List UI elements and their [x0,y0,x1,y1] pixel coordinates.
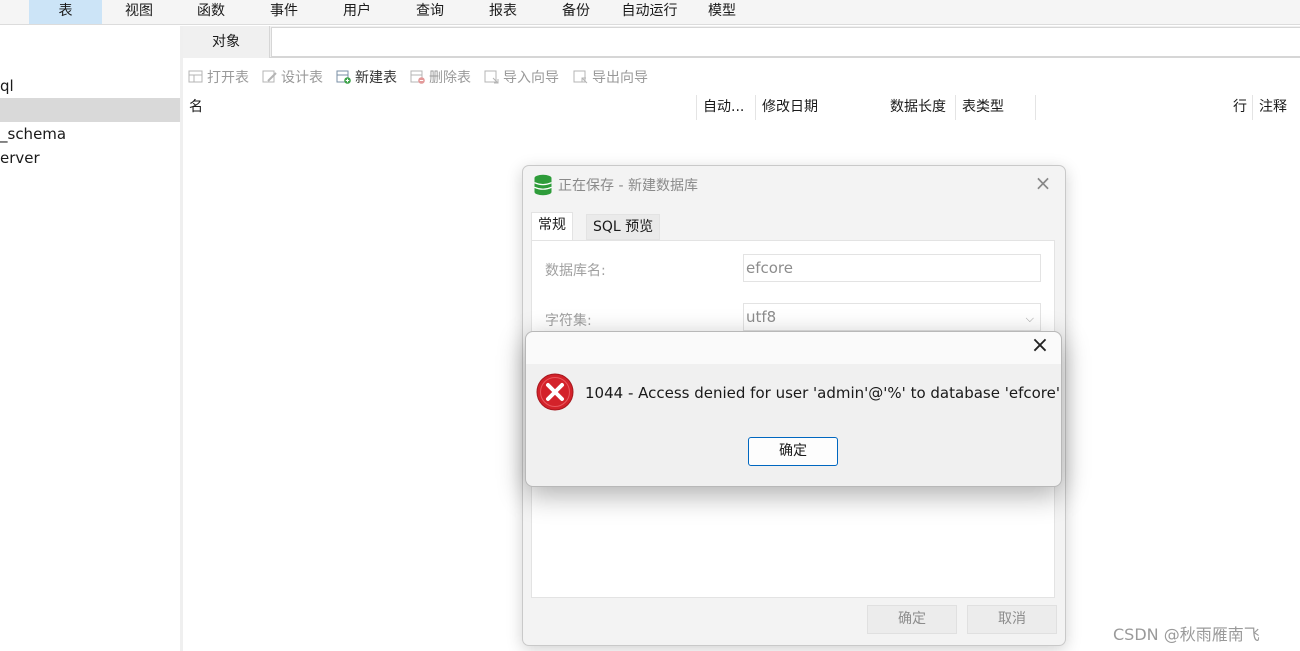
column-name[interactable]: 名 [183,95,696,120]
error-message: 1044 - Access denied for user 'admin'@'%… [585,384,1060,402]
save-cancel-button[interactable]: 取消 [967,605,1057,634]
database-name-input[interactable]: efcore [743,254,1041,282]
new-table-button[interactable]: 新建表 [336,68,397,88]
export-wizard-label: 导出向导 [592,70,648,86]
column-rows[interactable]: 行 [1225,95,1253,120]
design-table-label: 设计表 [281,70,323,86]
chevron-down-icon: ⌵ [1025,312,1034,325]
database-name-label: 数据库名: [545,263,606,279]
error-ok-button[interactable]: 确定 [748,437,838,466]
tab-content-area [271,27,1300,57]
menu-item-tables[interactable]: 表 [29,0,102,24]
navigation-tree: ql _schema erver [0,26,180,651]
column-table-type[interactable]: 表类型 [955,95,1035,120]
charset-select[interactable]: utf8 ⌵ [743,303,1041,331]
tab-objects[interactable]: 对象 [183,26,270,58]
import-wizard-label: 导入向导 [503,70,559,86]
table-column-header: 名 自动... 修改日期 数据长度 表类型 行 注释 [183,95,1300,120]
tab-general[interactable]: 常规 [531,212,573,241]
column-comment[interactable]: 注释 [1252,95,1300,120]
column-auto-increment[interactable]: 自动... [696,95,755,120]
new-table-label: 新建表 [355,70,397,86]
menu-item-queries[interactable]: 查询 [402,0,458,24]
menu-item-backup[interactable]: 备份 [548,0,604,24]
open-table-icon [188,70,203,83]
tree-item-schema[interactable]: _schema [0,122,180,146]
database-icon [534,174,552,196]
save-dialog-title: 正在保存 - 新建数据库 [558,178,698,194]
export-icon [573,70,588,84]
tab-strip: 对象 [183,26,1300,58]
import-icon [484,70,499,84]
error-dialog-titlebar [526,332,1061,364]
error-dialog-close-button[interactable]: × [1029,335,1051,358]
menu-item-model[interactable]: 模型 [694,0,750,24]
delete-table-icon [410,70,425,84]
import-wizard-button[interactable]: 导入向导 [484,68,559,88]
column-modified-date[interactable]: 修改日期 [755,95,876,120]
tree-item-selected[interactable] [0,98,180,122]
column-data-length[interactable]: 数据长度 [876,95,948,120]
menu-item-reports[interactable]: 报表 [475,0,531,24]
tab-sql-preview[interactable]: SQL 预览 [586,214,661,240]
error-icon [536,373,574,411]
save-ok-button[interactable]: 确定 [867,605,957,634]
menu-bar: 表 视图 函数 事件 用户 查询 报表 备份 自动运行 模型 [0,0,1300,25]
column-blank[interactable] [1035,95,1225,120]
charset-value: utf8 [746,308,777,326]
menu-item-views[interactable]: 视图 [111,0,167,24]
tree-item-server[interactable]: erver [0,146,180,170]
delete-table-button[interactable]: 删除表 [410,68,471,88]
menu-item-automation[interactable]: 自动运行 [613,0,686,24]
charset-label: 字符集: [545,313,592,329]
menu-item-functions[interactable]: 函数 [183,0,239,24]
tree-item-mysql[interactable]: ql [0,74,180,98]
export-wizard-button[interactable]: 导出向导 [573,68,648,88]
new-table-icon [336,70,351,84]
watermark: CSDN @秋雨雁南飞 [1113,625,1260,644]
open-table-label: 打开表 [207,70,249,86]
object-toolbar: 打开表 设计表 新建表 删除表 导入向导 导出向导 [183,59,1300,95]
delete-table-label: 删除表 [429,70,471,86]
save-dialog-close-button[interactable]: × [1033,173,1053,194]
error-dialog: × 1044 - Access denied for user 'admin'@… [525,331,1062,487]
menu-item-events[interactable]: 事件 [256,0,312,24]
design-table-icon [262,70,277,83]
design-table-button[interactable]: 设计表 [262,68,323,88]
menu-item-users[interactable]: 用户 [329,0,385,24]
open-table-button[interactable]: 打开表 [188,68,249,88]
